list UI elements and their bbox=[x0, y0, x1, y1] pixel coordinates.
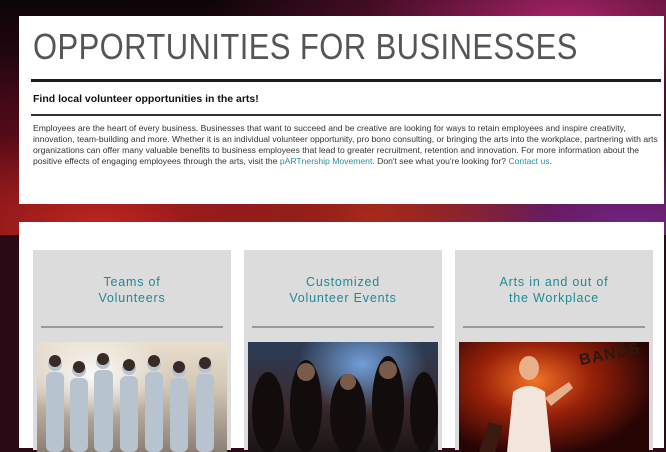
card-title-line: Volunteers bbox=[98, 291, 166, 305]
header-panel: OPPORTUNITIES FOR BUSINESSES Find local … bbox=[19, 16, 664, 204]
volunteer-team-photo[interactable] bbox=[37, 342, 227, 452]
card-teams-of-volunteers[interactable]: Teams of Volunteers bbox=[33, 250, 231, 452]
partnership-movement-link[interactable]: pARTnership Movement bbox=[280, 156, 373, 166]
page-title: OPPORTUNITIES FOR BUSINESSES bbox=[33, 26, 578, 67]
intro-text-continued: . Don't see what you're looking for? bbox=[372, 155, 509, 166]
intro-paragraph: Employees are the heart of every busines… bbox=[33, 123, 658, 167]
intro-text-end: . bbox=[549, 155, 552, 166]
card-title[interactable]: Teams of Volunteers bbox=[33, 274, 231, 306]
workplace-arts-photo[interactable]: BANDS bbox=[459, 342, 649, 452]
volunteer-event-photo[interactable] bbox=[248, 342, 438, 452]
page-subtitle: Find local volunteer opportunities in th… bbox=[33, 93, 259, 105]
group-photo-figures bbox=[46, 353, 214, 452]
card-title[interactable]: Arts in and out of the Workplace bbox=[455, 274, 653, 306]
card-title[interactable]: Customized Volunteer Events bbox=[244, 274, 442, 306]
subtitle-divider bbox=[31, 114, 661, 116]
card-title-line: the Workplace bbox=[508, 291, 600, 305]
card-title-line: Teams of bbox=[103, 275, 161, 289]
opportunity-cards: Teams of Volunteers Customized Volunteer… bbox=[19, 222, 664, 452]
event-photo-figures bbox=[252, 356, 438, 452]
title-divider bbox=[31, 79, 661, 82]
card-divider bbox=[41, 326, 223, 328]
card-customized-volunteer-events[interactable]: Customized Volunteer Events bbox=[244, 250, 442, 452]
card-divider bbox=[252, 326, 434, 328]
card-divider bbox=[463, 326, 645, 328]
contact-us-link[interactable]: Contact us bbox=[508, 156, 549, 166]
card-title-line: Arts in and out of bbox=[499, 275, 609, 289]
card-arts-in-and-out-of-the-workplace[interactable]: Arts in and out of the Workplace BANDS bbox=[455, 250, 653, 452]
card-title-line: Customized bbox=[306, 275, 380, 289]
card-title-line: Volunteer Events bbox=[289, 291, 397, 305]
